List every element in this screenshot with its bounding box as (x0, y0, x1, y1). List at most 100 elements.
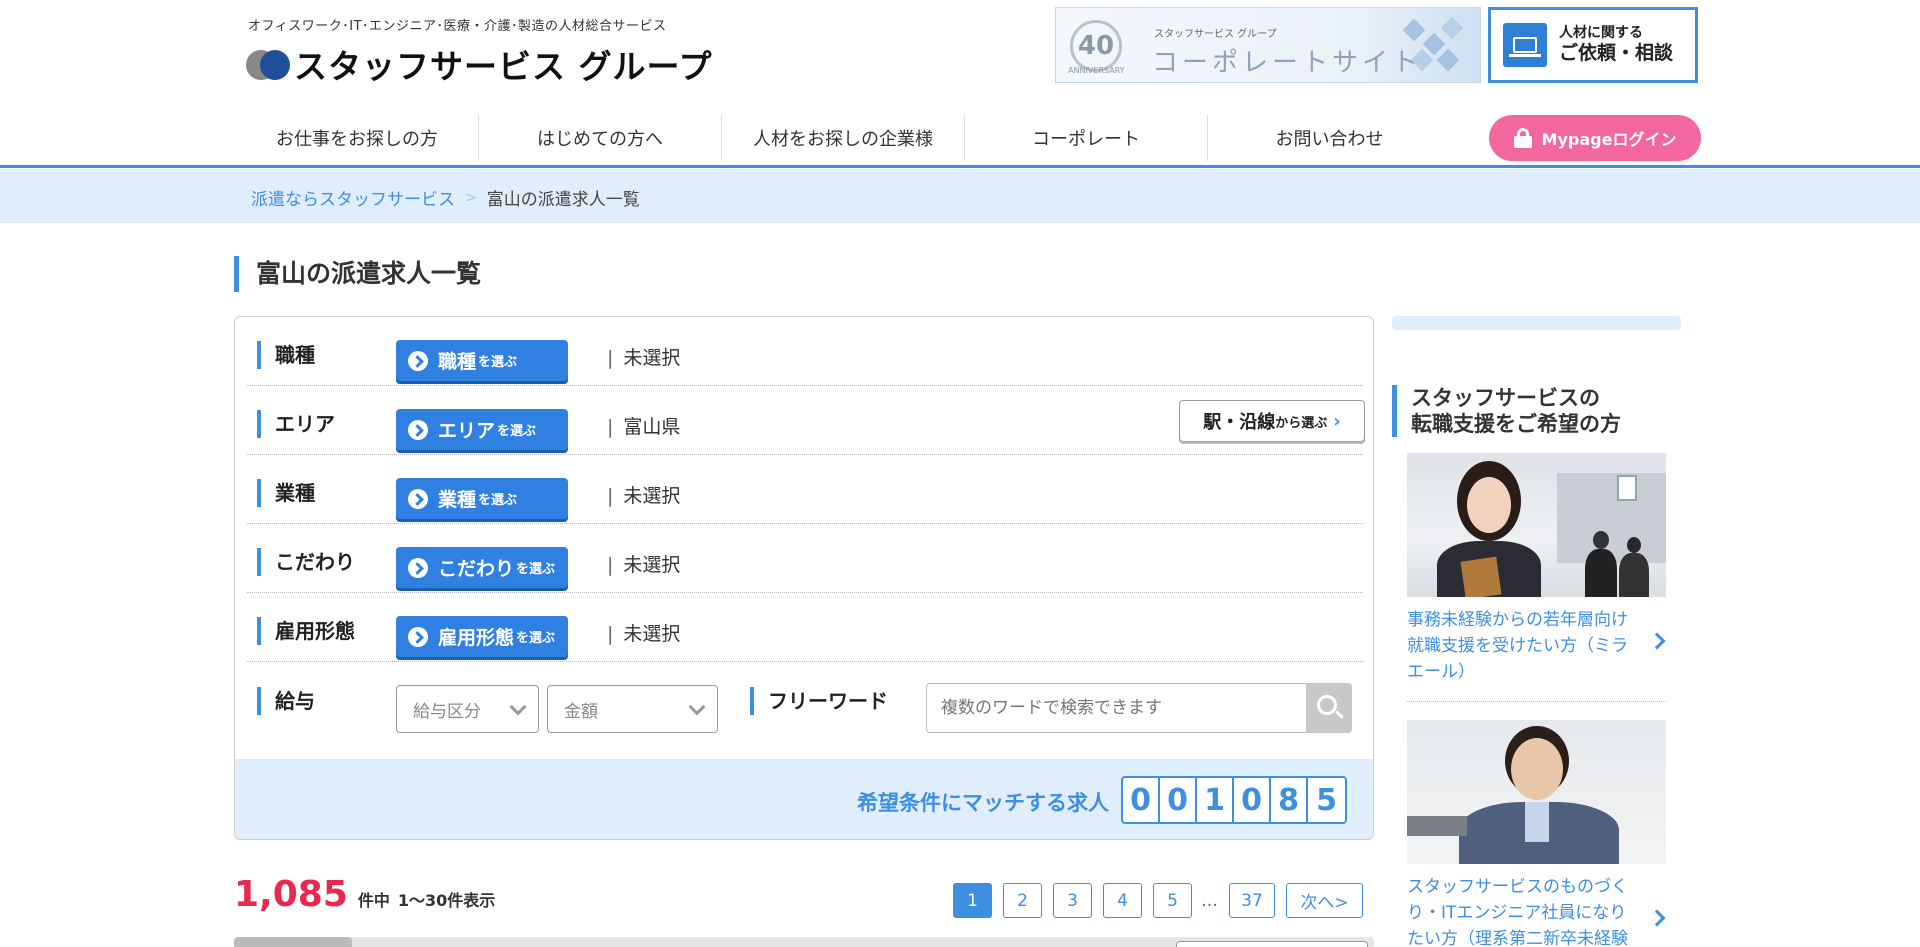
condition-row-employment-type: 雇用形態 雇用形態 を選ぶ | 未選択 (247, 593, 1363, 662)
sidebar-card-engineer[interactable]: スタッフサービスのものづくり・ITエンジニア社員になりたい方（理系第二新卒未経験 (1407, 720, 1667, 947)
value-separator: | (607, 554, 614, 576)
site-header: オフィスワーク･IT･エンジニア･医療・介護･製造の人材総合サービス スタッフサ… (0, 0, 1920, 168)
pagination-ellipsis: … (1201, 890, 1218, 911)
select-occupation-button[interactable]: 職種 を選ぶ (396, 340, 568, 381)
freeword-input[interactable] (926, 683, 1306, 733)
result-unit: 件中 (357, 891, 390, 910)
corporate-group-label: スタッフサービス グループ (1154, 29, 1277, 40)
nav-item-first-time[interactable]: はじめての方へ (479, 115, 722, 161)
corporate-site-title: コーポレートサイト (1152, 48, 1423, 78)
button-suffix-text: を選ぶ (478, 493, 518, 508)
freeword-search-button[interactable] (1306, 683, 1352, 733)
condition-value-text: 未選択 (623, 554, 681, 576)
salary-type-select[interactable]: 給与区分 (396, 685, 539, 733)
mypage-login-button[interactable]: Mypageログイン (1489, 115, 1701, 161)
result-total: 1,085 (234, 874, 348, 915)
button-suffix-text: を選ぶ (478, 355, 518, 370)
breadcrumb-home-link[interactable]: 派遣ならスタッフサービス (251, 185, 455, 210)
salary-amount-placeholder: 金額 (564, 701, 598, 722)
condition-value: | 未選択 (607, 619, 680, 646)
page-title: 富山の派遣求人一覧 (234, 256, 481, 292)
condition-value: | 未選択 (607, 550, 680, 577)
arrow-circle-icon (408, 350, 428, 371)
condition-row-preferences: こだわり こだわり を選ぶ | 未選択 (247, 524, 1363, 593)
sidebar-link-text: 事務未経験からの若年層向け就職支援を受けたい方（ミラエール） (1407, 610, 1628, 682)
nav-item-contact[interactable]: お問い合わせ (1208, 115, 1451, 161)
sidebar-heading-line2: 転職支援をご希望の方 (1411, 412, 1621, 436)
nav-item-job-seekers[interactable]: お仕事をお探しの方 (236, 115, 479, 161)
button-main-text: 職種 (438, 351, 477, 373)
page-link-2[interactable]: 2 (1003, 883, 1042, 918)
page-link-last[interactable]: 37 (1229, 883, 1275, 918)
sidebar-top-bar (1392, 316, 1681, 330)
select-station-button[interactable]: 駅・沿線 から選ぶ › (1179, 400, 1365, 442)
result-range: 1〜30件表示 (397, 891, 496, 910)
freeword-label: フリーワード (750, 687, 888, 715)
result-list-sort[interactable] (1176, 941, 1368, 947)
chevron-down-icon (509, 698, 527, 716)
nav-item-corporate[interactable]: コーポレート (965, 115, 1208, 161)
diamond-pattern-icon (1396, 14, 1466, 78)
condition-label: 職種 (257, 341, 315, 369)
button-suffix-text: を選ぶ (516, 631, 556, 646)
value-separator: | (607, 347, 614, 369)
site-logo[interactable]: スタッフサービス グループ (246, 42, 713, 86)
search-conditions-panel: 職種 職種 を選ぶ | 未選択 エリア エリア を選ぶ | 富山県 駅・沿線 から選ぶ › … (234, 316, 1374, 840)
value-separator: | (607, 485, 614, 507)
counter-digit: 0 (1160, 778, 1197, 822)
condition-label: 雇用形態 (257, 617, 355, 645)
button-suffix-text: を選ぶ (497, 424, 537, 439)
consult-line2: ご依頼・相談 (1559, 42, 1674, 64)
arrow-circle-icon (408, 626, 428, 647)
page-link-1[interactable]: 1 (953, 883, 992, 918)
condition-row-area: エリア エリア を選ぶ | 富山県 駅・沿線 から選ぶ › (247, 386, 1365, 455)
chevron-down-icon (688, 698, 706, 716)
salary-label: 給与 (257, 687, 315, 715)
condition-value-text: 未選択 (623, 347, 681, 369)
counter-digit: 0 (1234, 778, 1271, 822)
select-area-button[interactable]: エリア を選ぶ (396, 409, 568, 450)
select-employment-type-button[interactable]: 雇用形態 を選ぶ (396, 616, 568, 657)
value-separator: | (607, 623, 614, 645)
condition-label: エリア (257, 410, 335, 438)
select-preferences-button[interactable]: こだわり を選ぶ (396, 547, 568, 588)
condition-value-text: 未選択 (623, 485, 681, 507)
next-page-button[interactable]: 次へ> (1286, 883, 1363, 918)
page-link-3[interactable]: 3 (1053, 883, 1092, 918)
match-count-bar: 希望条件にマッチする求人 0 0 1 0 8 5 (235, 759, 1373, 839)
nav-item-companies[interactable]: 人材をお探しの企業様 (722, 115, 965, 161)
arrow-circle-icon (408, 557, 428, 578)
condition-value-text: 未選択 (623, 623, 681, 645)
logo-text: スタッフサービス グループ (294, 47, 713, 86)
sidebar-heading: スタッフサービスの 転職支援をご希望の方 (1392, 385, 1672, 437)
sidebar-link-engineer[interactable]: スタッフサービスのものづくり・ITエンジニア社員になりたい方（理系第二新卒未経験 (1407, 874, 1667, 947)
man-office-photo (1407, 720, 1666, 864)
match-count-label: 希望条件にマッチする求人 (857, 791, 1109, 815)
condition-value-text: 富山県 (623, 416, 681, 438)
sidebar-card-miraeru[interactable]: 事務未経験からの若年層向け就職支援を受けたい方（ミラエール） (1407, 453, 1667, 685)
select-industry-button[interactable]: 業種 を選ぶ (396, 478, 568, 519)
chevron-right-icon: › (1333, 410, 1341, 432)
corporate-site-banner[interactable]: 40 ANNIVERSARY スタッフサービス グループ コーポレートサイト (1055, 7, 1481, 83)
global-nav: お仕事をお探しの方 はじめての方へ 人材をお探しの企業様 コーポレート お問い合… (236, 112, 1704, 164)
button-main-text: エリア (438, 420, 496, 442)
chevron-right-icon (1648, 632, 1666, 650)
page-link-5[interactable]: 5 (1153, 883, 1192, 918)
station-button-suffix: から選ぶ (1275, 415, 1328, 431)
result-list-tab[interactable] (234, 937, 352, 947)
button-main-text: 雇用形態 (438, 627, 515, 649)
logo-mark-icon (246, 44, 290, 84)
breadcrumb: 派遣ならスタッフサービス > 富山の派遣求人一覧 (251, 185, 640, 211)
page-link-4[interactable]: 4 (1103, 883, 1142, 918)
button-main-text: 業種 (438, 489, 477, 511)
breadcrumb-bar: 派遣ならスタッフサービス > 富山の派遣求人一覧 (0, 169, 1920, 223)
salary-amount-select[interactable]: 金額 (547, 685, 718, 733)
condition-row-industry: 業種 業種 を選ぶ | 未選択 (247, 455, 1363, 524)
breadcrumb-current: 富山の派遣求人一覧 (486, 190, 640, 210)
condition-label: 業種 (257, 479, 315, 507)
sidebar-link-miraeru[interactable]: 事務未経験からの若年層向け就職支援を受けたい方（ミラエール） (1407, 607, 1667, 685)
consult-button[interactable]: 人材に関する ご依頼・相談 (1488, 7, 1698, 83)
laptop-icon (1503, 23, 1547, 67)
salary-type-placeholder: 給与区分 (413, 701, 481, 722)
button-suffix-text: を選ぶ (516, 562, 556, 577)
